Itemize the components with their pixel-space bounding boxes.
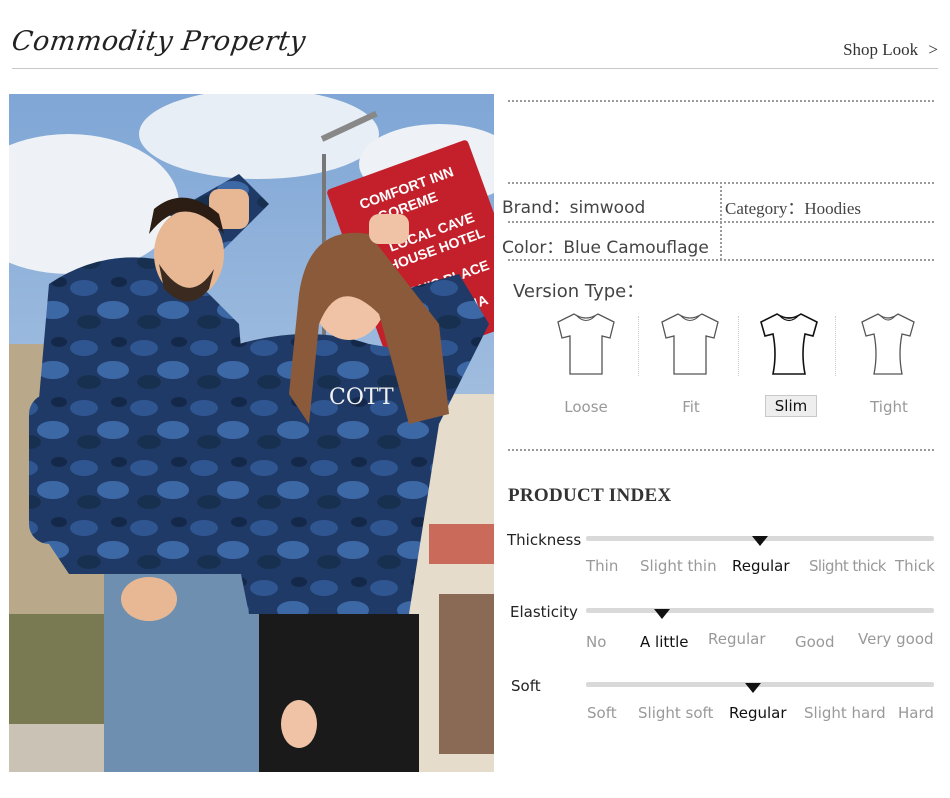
elasticity-option: No	[586, 633, 607, 651]
index-label-soft: Soft	[511, 677, 541, 695]
version-type-title: Version Type：	[513, 281, 645, 302]
thickness-option: Slight thick	[809, 557, 886, 575]
shop-look-link[interactable]: Shop Look >	[843, 40, 938, 60]
tshirt-slim-icon	[760, 313, 818, 375]
elasticity-track	[586, 608, 934, 613]
version-option-slim[interactable]	[757, 310, 821, 380]
color-value: Blue Camouflage	[563, 238, 709, 258]
option-separator	[835, 316, 836, 376]
version-option-label: Fit	[682, 398, 700, 416]
color-label: Color：	[502, 238, 564, 258]
index-label-thickness: Thickness	[507, 531, 582, 549]
photo-illustration: COMFORT INN GOREME LOCAL CAVE HOUSE HOTE…	[9, 94, 494, 772]
version-option-label: Loose	[564, 398, 608, 416]
thickness-option-selected: Regular	[732, 557, 790, 575]
version-option-label-selected: Slim	[765, 395, 817, 417]
soft-option: Soft	[587, 704, 617, 722]
category-label: Category：	[725, 199, 805, 218]
category-field: Category：Hoodies	[725, 194, 861, 219]
product-photo: COMFORT INN GOREME LOCAL CAVE HOUSE HOTE…	[9, 94, 494, 772]
chevron-right-icon: >	[928, 40, 938, 59]
tshirt-tight-icon	[861, 313, 915, 375]
version-option-tight[interactable]	[856, 310, 920, 380]
divider-info-vertical	[720, 182, 722, 260]
divider-top	[508, 100, 934, 102]
thickness-option: Thin	[586, 557, 619, 575]
version-option-fit[interactable]	[658, 310, 722, 380]
index-label-elasticity: Elasticity	[510, 603, 578, 621]
soft-option-selected: Regular	[729, 704, 787, 722]
product-index-title: PRODUCT INDEX	[508, 485, 672, 506]
version-option-loose[interactable]	[554, 310, 618, 380]
tshirt-fit-icon	[661, 313, 719, 375]
option-separator	[638, 316, 639, 376]
thickness-marker-icon	[752, 536, 768, 546]
elasticity-marker-icon	[654, 609, 670, 619]
shop-look-label: Shop Look	[843, 40, 919, 59]
version-type-options: Loose Fit Slim Tight	[545, 310, 935, 430]
soft-option: Slight hard	[804, 704, 886, 722]
soft-option: Slight soft	[638, 704, 714, 722]
option-separator	[738, 316, 739, 376]
elasticity-option: Very good	[858, 630, 934, 648]
elasticity-option: Good	[795, 633, 835, 651]
brand-value: simwood	[569, 198, 646, 218]
elasticity-option-selected: A little	[640, 633, 689, 651]
elasticity-option: Regular	[708, 630, 766, 648]
page-title: Commodity Property	[9, 26, 308, 57]
soft-marker-icon	[745, 683, 761, 693]
header-divider	[12, 68, 938, 69]
brand-field: Brand：simwood	[502, 193, 645, 218]
tshirt-loose-icon	[557, 313, 615, 375]
soft-option: Hard	[898, 704, 934, 722]
divider-version-bottom	[508, 449, 934, 451]
category-value: Hoodies	[804, 199, 861, 218]
thickness-option: Slight thin	[640, 557, 717, 575]
shirt-print: COTT	[329, 385, 394, 410]
color-field: Color：Blue Camouflage	[502, 233, 709, 258]
thickness-option: Thick	[895, 557, 935, 575]
brand-label: Brand：	[502, 198, 570, 218]
version-option-label: Tight	[870, 398, 908, 416]
